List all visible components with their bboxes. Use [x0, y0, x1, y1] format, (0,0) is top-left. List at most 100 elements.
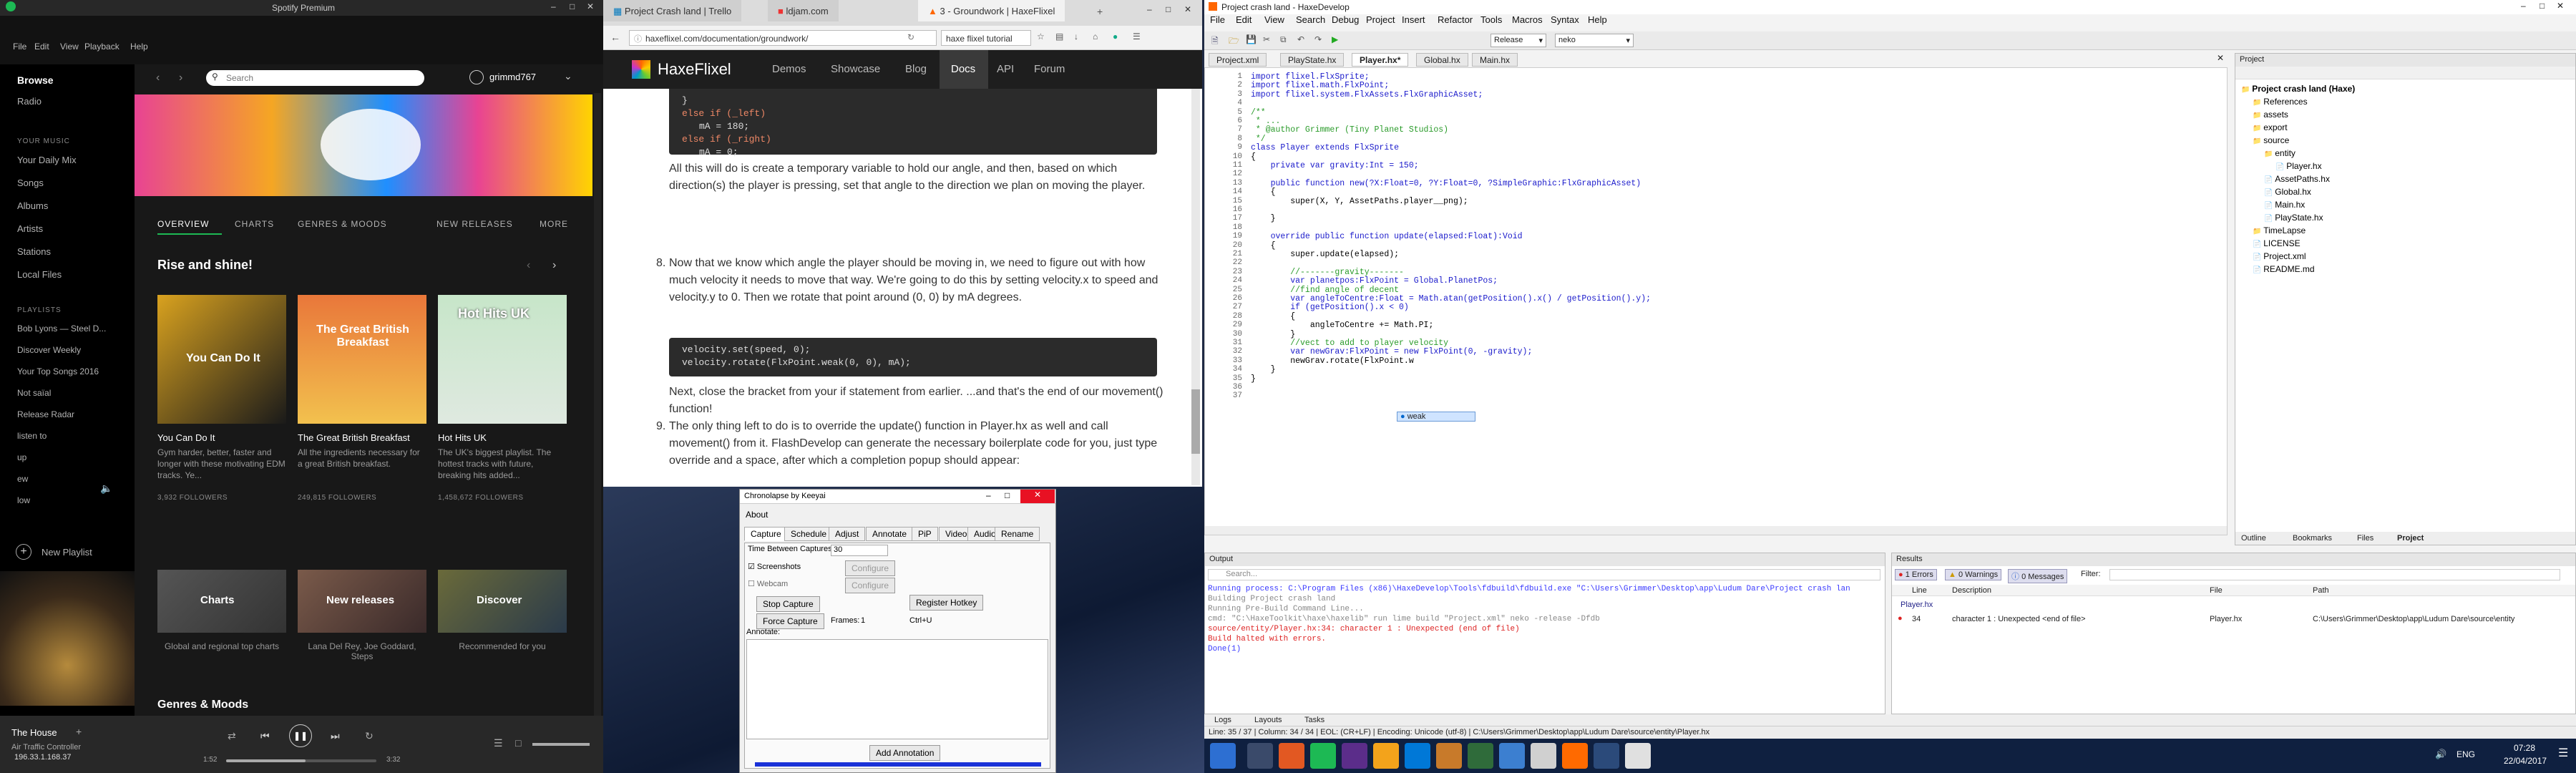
- results-group[interactable]: Player.hx: [1901, 601, 1933, 609]
- playlist-item[interactable]: ew: [17, 474, 28, 484]
- close-icon[interactable]: ✕: [587, 1, 594, 11]
- tree-item[interactable]: 📄 PlayState.hx: [2264, 213, 2323, 223]
- banner[interactable]: [135, 94, 592, 196]
- volume-slider[interactable]: [532, 743, 590, 746]
- tree-item[interactable]: 📄 Global.hx: [2264, 187, 2311, 197]
- tab[interactable]: Rename: [995, 527, 1040, 541]
- playlist-item[interactable]: Release Radar: [17, 409, 74, 419]
- pause-button[interactable]: ❚❚: [289, 724, 312, 747]
- tab-layouts[interactable]: Layouts: [1254, 716, 1282, 724]
- card-title[interactable]: You Can Do It: [157, 432, 215, 443]
- download-icon[interactable]: ↓: [1074, 31, 1078, 42]
- close-icon[interactable]: ✕: [1184, 4, 1191, 14]
- tree-item[interactable]: 📁 References: [2253, 97, 2308, 107]
- search-input[interactable]: ⚲ Search: [206, 70, 424, 86]
- menu-playback[interactable]: Playback: [84, 42, 119, 52]
- menu-item[interactable]: Syntax: [1551, 14, 1579, 25]
- shuffle-icon[interactable]: ⇄: [228, 730, 236, 742]
- tab-overview[interactable]: OVERVIEW: [157, 219, 209, 229]
- menu-item[interactable]: Debug: [1332, 14, 1359, 25]
- tree-item[interactable]: 📄 Project.xml: [2253, 251, 2306, 261]
- new-tab-icon[interactable]: +: [1097, 6, 1103, 17]
- search-box[interactable]: haxe flixel tutorial: [941, 30, 1031, 46]
- maximize-icon[interactable]: □: [2540, 1, 2545, 11]
- user-name[interactable]: grimmd767: [489, 72, 536, 82]
- minimize-icon[interactable]: –: [986, 490, 991, 500]
- sidebar-item-daily-mix[interactable]: Your Daily Mix: [17, 155, 77, 165]
- config-select[interactable]: Release ▾: [1491, 34, 1546, 47]
- menu-item[interactable]: Refactor: [1438, 14, 1473, 25]
- menu-item[interactable]: Macros: [1512, 14, 1543, 25]
- add-icon[interactable]: +: [76, 726, 82, 737]
- configure-button[interactable]: Configure: [845, 560, 896, 576]
- editor-tab[interactable]: Player.hx*: [1352, 53, 1409, 67]
- previous-icon[interactable]: ⏮: [260, 730, 270, 742]
- language-indicator[interactable]: ENG: [2457, 749, 2475, 759]
- new-playlist-button[interactable]: New Playlist: [42, 547, 92, 558]
- star-icon[interactable]: ☆: [1037, 31, 1045, 42]
- menu-about[interactable]: About: [746, 510, 768, 520]
- devices-icon[interactable]: □: [515, 737, 521, 749]
- app-icon[interactable]: [1499, 743, 1525, 769]
- tab-ldjam[interactable]: ■ ldjam.com: [768, 0, 839, 21]
- tree-item[interactable]: 📄 AssetPaths.hx: [2264, 174, 2330, 184]
- app-icon[interactable]: [1342, 743, 1367, 769]
- tab-new-releases[interactable]: NEW RELEASES: [436, 219, 513, 229]
- tab-trello[interactable]: ▦ Project Crash land | Trello: [603, 0, 742, 21]
- app-icon[interactable]: [1531, 743, 1556, 769]
- maximize-icon[interactable]: □: [1166, 4, 1171, 14]
- clock-time[interactable]: 07:28: [2514, 743, 2535, 753]
- track-artist[interactable]: Air Traffic Controller: [11, 743, 81, 752]
- playlist-item[interactable]: Bob Lyons — Steel D...: [17, 324, 106, 334]
- haxeflixel-logo-icon[interactable]: [632, 60, 650, 79]
- volume-icon[interactable]: 🔊: [2435, 749, 2446, 760]
- app-icon[interactable]: [1594, 743, 1619, 769]
- sidebar-item-songs[interactable]: Songs: [17, 178, 44, 188]
- avatar[interactable]: [469, 70, 484, 84]
- queue-icon[interactable]: ☰: [494, 737, 503, 749]
- cut-icon[interactable]: ✂: [1263, 34, 1270, 44]
- warnings-filter[interactable]: ▲ 0 Warnings: [1945, 569, 2002, 580]
- spotify-icon[interactable]: [1310, 743, 1336, 769]
- repeat-icon[interactable]: ↻: [365, 730, 374, 742]
- progress-track[interactable]: [226, 759, 376, 762]
- col-line[interactable]: Line: [1912, 586, 1927, 595]
- tab-tasks[interactable]: Tasks: [1304, 716, 1324, 724]
- autocomplete-popup[interactable]: ● weak: [1397, 412, 1475, 422]
- editor-tab[interactable]: PlayState.hx: [1280, 53, 1345, 67]
- minimize-icon[interactable]: –: [1147, 4, 1152, 14]
- copy-icon[interactable]: ⧉: [1280, 34, 1287, 45]
- tree-item[interactable]: 📄 README.md: [2253, 264, 2315, 274]
- maximize-icon[interactable]: □: [1005, 490, 1010, 500]
- back-icon[interactable]: ←: [610, 31, 620, 43]
- editor-tab[interactable]: Project.xml: [1209, 53, 1267, 67]
- tree-item[interactable]: 📁 entity: [2264, 148, 2296, 158]
- playlist-item[interactable]: Not saïal: [17, 388, 51, 398]
- menu-view[interactable]: View: [60, 42, 79, 52]
- scrollbar[interactable]: [1191, 89, 1200, 485]
- nav-blog[interactable]: Blog: [905, 63, 927, 75]
- playlist-item[interactable]: up: [17, 452, 26, 462]
- minimize-icon[interactable]: –: [551, 1, 556, 11]
- tree-item[interactable]: 📁 Project crash land (Haxe): [2241, 84, 2355, 94]
- extension-icon[interactable]: ●: [1113, 31, 1118, 42]
- haxedevelop-icon[interactable]: [1562, 743, 1588, 769]
- genre-card[interactable]: Discover: [438, 570, 567, 633]
- build-icon[interactable]: ▶: [1332, 34, 1338, 44]
- playlist-card-image[interactable]: You Can Do It: [157, 295, 286, 424]
- sidebar-item-radio[interactable]: Radio: [17, 96, 42, 107]
- home-icon[interactable]: ⌂: [1093, 31, 1098, 42]
- menu-item[interactable]: View: [1264, 14, 1284, 25]
- tab-bookmarks[interactable]: Bookmarks: [2293, 534, 2332, 543]
- code-editor[interactable]: 1 2 3 4 5 6 7 8 9 10 11 12 13 14 15 16 17 18 19 20 21 22 23 24 2…: [1204, 67, 2228, 535]
- close-icon[interactable]: ✕: [2557, 1, 2564, 11]
- tab-charts[interactable]: CHARTS: [235, 219, 274, 229]
- firefox-icon[interactable]: [1279, 743, 1304, 769]
- nav-api[interactable]: API: [997, 63, 1014, 75]
- album-art[interactable]: [0, 571, 135, 706]
- output-search[interactable]: Search...: [1208, 569, 1880, 580]
- register-hotkey-button[interactable]: Register Hotkey: [909, 595, 984, 611]
- menu-file[interactable]: File: [13, 42, 26, 52]
- card-title[interactable]: The Great British Breakfast: [298, 432, 410, 443]
- playlist-card-image[interactable]: Hot Hits UK: [438, 295, 567, 424]
